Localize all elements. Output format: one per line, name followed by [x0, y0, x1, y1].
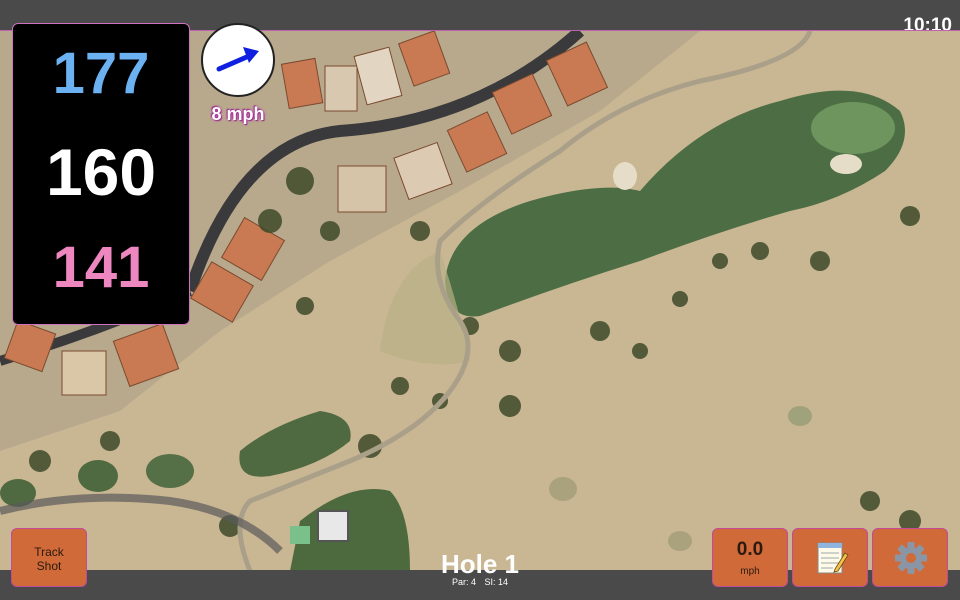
- back-yardage: 177: [52, 41, 150, 106]
- wind-speed-label: 8 mph: [211, 104, 265, 124]
- hole-stroke-index: SI: 14: [484, 577, 509, 587]
- speed-unit: mph: [740, 566, 760, 577]
- settings-button[interactable]: [872, 528, 948, 587]
- wind-indicator: [201, 23, 275, 97]
- wind-arrow-icon: [216, 47, 259, 72]
- front-yardage: 141: [52, 235, 150, 300]
- yardage-panel: 177 160 141: [12, 23, 190, 325]
- center-yardage: 160: [45, 135, 157, 209]
- hole-par: Par: 4: [451, 577, 476, 587]
- speed-value: 0.0: [736, 539, 764, 560]
- track-shot-label-line2: Shot: [36, 559, 62, 573]
- notepad-icon: [817, 542, 849, 574]
- track-shot-label-line1: Track: [34, 545, 64, 559]
- hole-title: Hole 1: [440, 549, 520, 579]
- gear-icon: [895, 542, 927, 574]
- speed-button[interactable]: 0.0 mph: [712, 528, 788, 587]
- notes-button[interactable]: [792, 528, 868, 587]
- hole-details: Par: 4 SI: 14: [380, 577, 580, 587]
- track-shot-button[interactable]: Track Shot: [11, 528, 87, 587]
